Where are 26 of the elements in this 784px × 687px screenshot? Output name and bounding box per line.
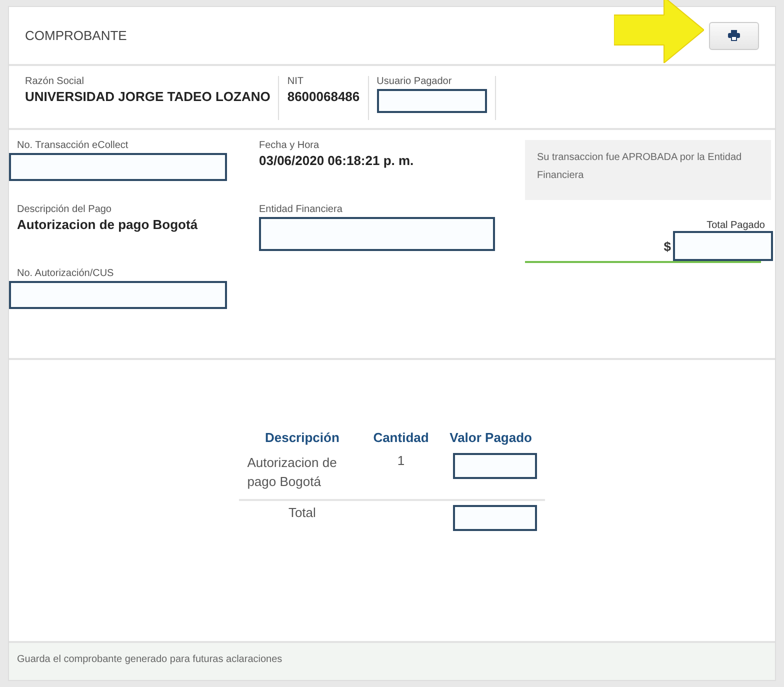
- currency-sign: $: [664, 238, 671, 254]
- table-cell: Autorizacion de pago Bogotá: [239, 451, 366, 500]
- field-label: No. Autorización/CUS: [16, 268, 115, 279]
- field-label: No. Transacción eCollect: [16, 140, 130, 151]
- field-label: Total Pagado: [706, 220, 766, 231]
- footer-note: Guarda el comprobante generado para futuras aclaraciones: [9, 641, 775, 680]
- print-button[interactable]: [709, 22, 759, 50]
- table-cell: 1: [365, 451, 437, 500]
- column-header: Valor Pagado: [448, 429, 533, 447]
- field-value: Autorizacion de pago Bogotá: [16, 217, 199, 232]
- column-header: Cantidad: [372, 429, 430, 447]
- field-label: Entidad Financiera: [259, 204, 344, 215]
- table-cell: Total: [239, 500, 366, 531]
- field-label: Razón Social: [25, 76, 85, 87]
- field-value: UNIVERSIDAD JORGE TADEO LOZANO: [25, 89, 270, 104]
- print-icon: [728, 30, 740, 41]
- arrow-icon: [614, 0, 704, 62]
- field-label: NIT: [287, 76, 304, 87]
- page-title: COMPROBANTE: [25, 28, 127, 43]
- field-value: 8600068486: [287, 89, 360, 104]
- field-value: 03/06/2020 06:18:21 p. m.: [259, 153, 415, 168]
- status-message: Su transaccion fue APROBADA por la Entidad Financiera: [525, 140, 771, 200]
- field-label: Fecha y Hora: [259, 140, 320, 151]
- column-header: Descripción: [264, 429, 340, 447]
- field-label: Descripción del Pago: [16, 204, 112, 215]
- field-label: Usuario Pagador: [376, 76, 453, 87]
